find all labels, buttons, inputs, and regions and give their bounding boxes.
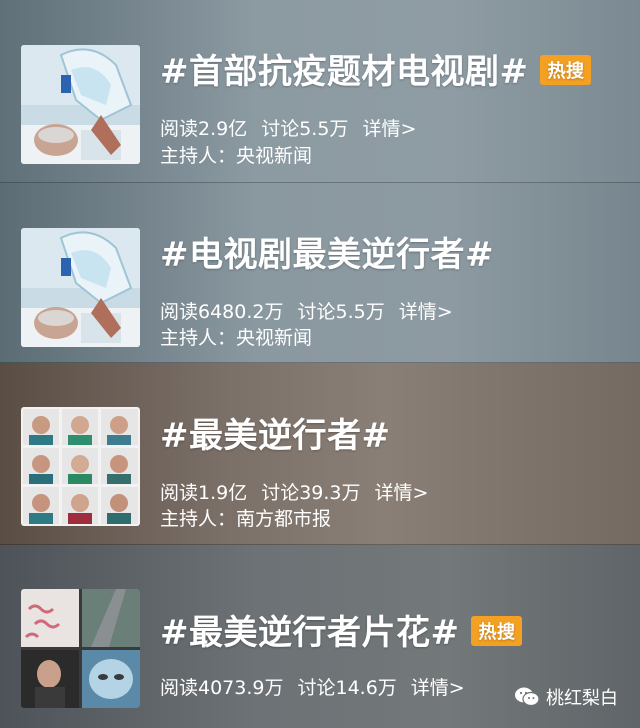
wechat-icon [515,687,540,707]
topic-card-1[interactable]: #首部抗疫题材电视剧# 热搜 阅读2.9亿 讨论5.5万 详情> 主持人：央视新闻 [0,0,640,183]
read-count: 阅读6480.2万 [160,301,284,323]
discuss-count: 讨论5.5万 [297,301,385,323]
topic-host: 主持人：央视新闻 [160,145,313,167]
topic-card-2[interactable]: #电视剧最美逆行者# 阅读6480.2万 讨论5.5万 详情> 主持人：央视新闻 [0,183,640,363]
details-link[interactable]: 详情> [411,677,465,699]
read-count: 阅读1.9亿 [160,482,248,504]
discuss-count: 讨论14.6万 [297,677,397,699]
topic-stats: 阅读6480.2万 讨论5.5万 详情> [160,297,467,324]
details-link[interactable]: 详情> [362,118,416,140]
topic-title[interactable]: #最美逆行者片花# 热搜 [160,605,523,654]
topic-stats: 阅读4073.9万 讨论14.6万 详情> [160,673,479,700]
watermark-label: 桃红梨白 [546,688,618,709]
hot-search-badge: 热搜 [471,615,523,646]
topic-card-3[interactable]: #最美逆行者# 阅读1.9亿 讨论39.3万 详情> 主持人：南方都市报 [0,363,640,545]
discuss-count: 讨论5.5万 [261,118,349,140]
topic-thumbnail [21,589,140,708]
read-count: 阅读4073.9万 [160,677,284,699]
topic-title[interactable]: #首部抗疫题材电视剧# 热搜 [160,44,592,93]
hot-search-badge: 热搜 [540,54,592,85]
discuss-count: 讨论39.3万 [261,482,361,504]
topic-thumbnail [21,228,140,347]
read-count: 阅读2.9亿 [160,118,248,140]
topic-host: 主持人：央视新闻 [160,327,313,349]
topic-thumbnail [21,45,140,164]
topic-stats: 阅读1.9亿 讨论39.3万 详情> [160,478,442,505]
topic-title[interactable]: #最美逆行者# [160,408,390,457]
details-link[interactable]: 详情> [399,301,453,323]
topic-stats: 阅读2.9亿 讨论5.5万 详情> [160,114,430,141]
topic-thumbnail [21,407,140,526]
topic-title[interactable]: #电视剧最美逆行者# [160,227,494,276]
topic-host: 主持人：南方都市报 [160,508,332,530]
details-link[interactable]: 详情> [375,482,429,504]
watermark: 桃红梨白 [514,684,618,710]
